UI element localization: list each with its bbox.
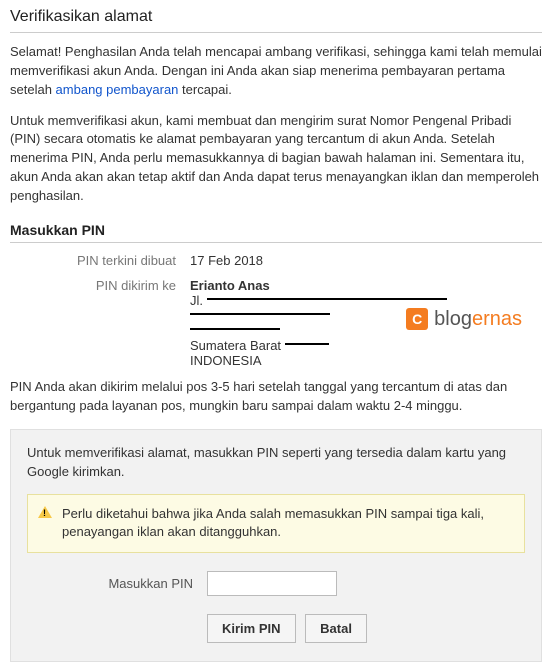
page-title: Verifikasikan alamat <box>10 8 542 33</box>
address-country: INDONESIA <box>190 353 542 368</box>
blogernas-text: blogernas <box>434 308 522 331</box>
pin-input[interactable] <box>207 571 337 596</box>
pin-created-value: 17 Feb 2018 <box>190 253 542 268</box>
pin-created-label: PIN terkini dibuat <box>10 253 190 268</box>
intro-text-2: tercapai. <box>178 82 231 97</box>
redacted-text <box>190 328 280 338</box>
address-name: Erianto Anas <box>190 278 542 293</box>
submit-pin-button[interactable]: Kirim PIN <box>207 614 296 643</box>
payment-threshold-link[interactable]: ambang pembayaran <box>56 82 179 97</box>
pin-input-row: Masukkan PIN <box>27 571 525 596</box>
section-title: Masukkan PIN <box>10 222 542 243</box>
watermark-accent: ernas <box>472 308 522 330</box>
instruction-paragraph: Untuk memverifikasi akun, kami membuat d… <box>10 112 542 206</box>
warning-icon <box>38 506 52 518</box>
warning-box: Perlu diketahui bahwa jika Anda salah me… <box>27 494 525 552</box>
pin-form-panel: Untuk memverifikasi alamat, masukkan PIN… <box>10 429 542 661</box>
form-instruction: Untuk memverifikasi alamat, masukkan PIN… <box>27 444 525 482</box>
redacted-text <box>207 298 447 308</box>
redacted-text <box>285 343 329 353</box>
delivery-note: PIN Anda akan dikirim melalui pos 3-5 ha… <box>10 378 542 416</box>
pin-sent-row: PIN dikirim ke Erianto Anas Jl. Sumatera… <box>10 278 542 368</box>
blogernas-watermark: C blogernas <box>406 308 522 331</box>
pin-sent-label: PIN dikirim ke <box>10 278 190 368</box>
address-line1-prefix: Jl. <box>190 293 207 308</box>
warning-text: Perlu diketahui bahwa jika Anda salah me… <box>62 506 484 539</box>
watermark-plain: blog <box>434 308 472 330</box>
pin-input-label: Masukkan PIN <box>27 576 207 591</box>
address-region: Sumatera Barat <box>190 338 542 353</box>
pin-sent-address: Erianto Anas Jl. Sumatera Barat INDONESI… <box>190 278 542 368</box>
intro-paragraph: Selamat! Penghasilan Anda telah mencapai… <box>10 43 542 100</box>
cancel-button[interactable]: Batal <box>305 614 367 643</box>
redacted-text <box>190 313 330 323</box>
pin-created-row: PIN terkini dibuat 17 Feb 2018 <box>10 253 542 268</box>
address-region-text: Sumatera Barat <box>190 338 285 353</box>
blogernas-logo-icon: C <box>406 308 428 330</box>
address-line-1: Jl. <box>190 293 542 308</box>
button-row: Kirim PIN Batal <box>27 614 525 643</box>
